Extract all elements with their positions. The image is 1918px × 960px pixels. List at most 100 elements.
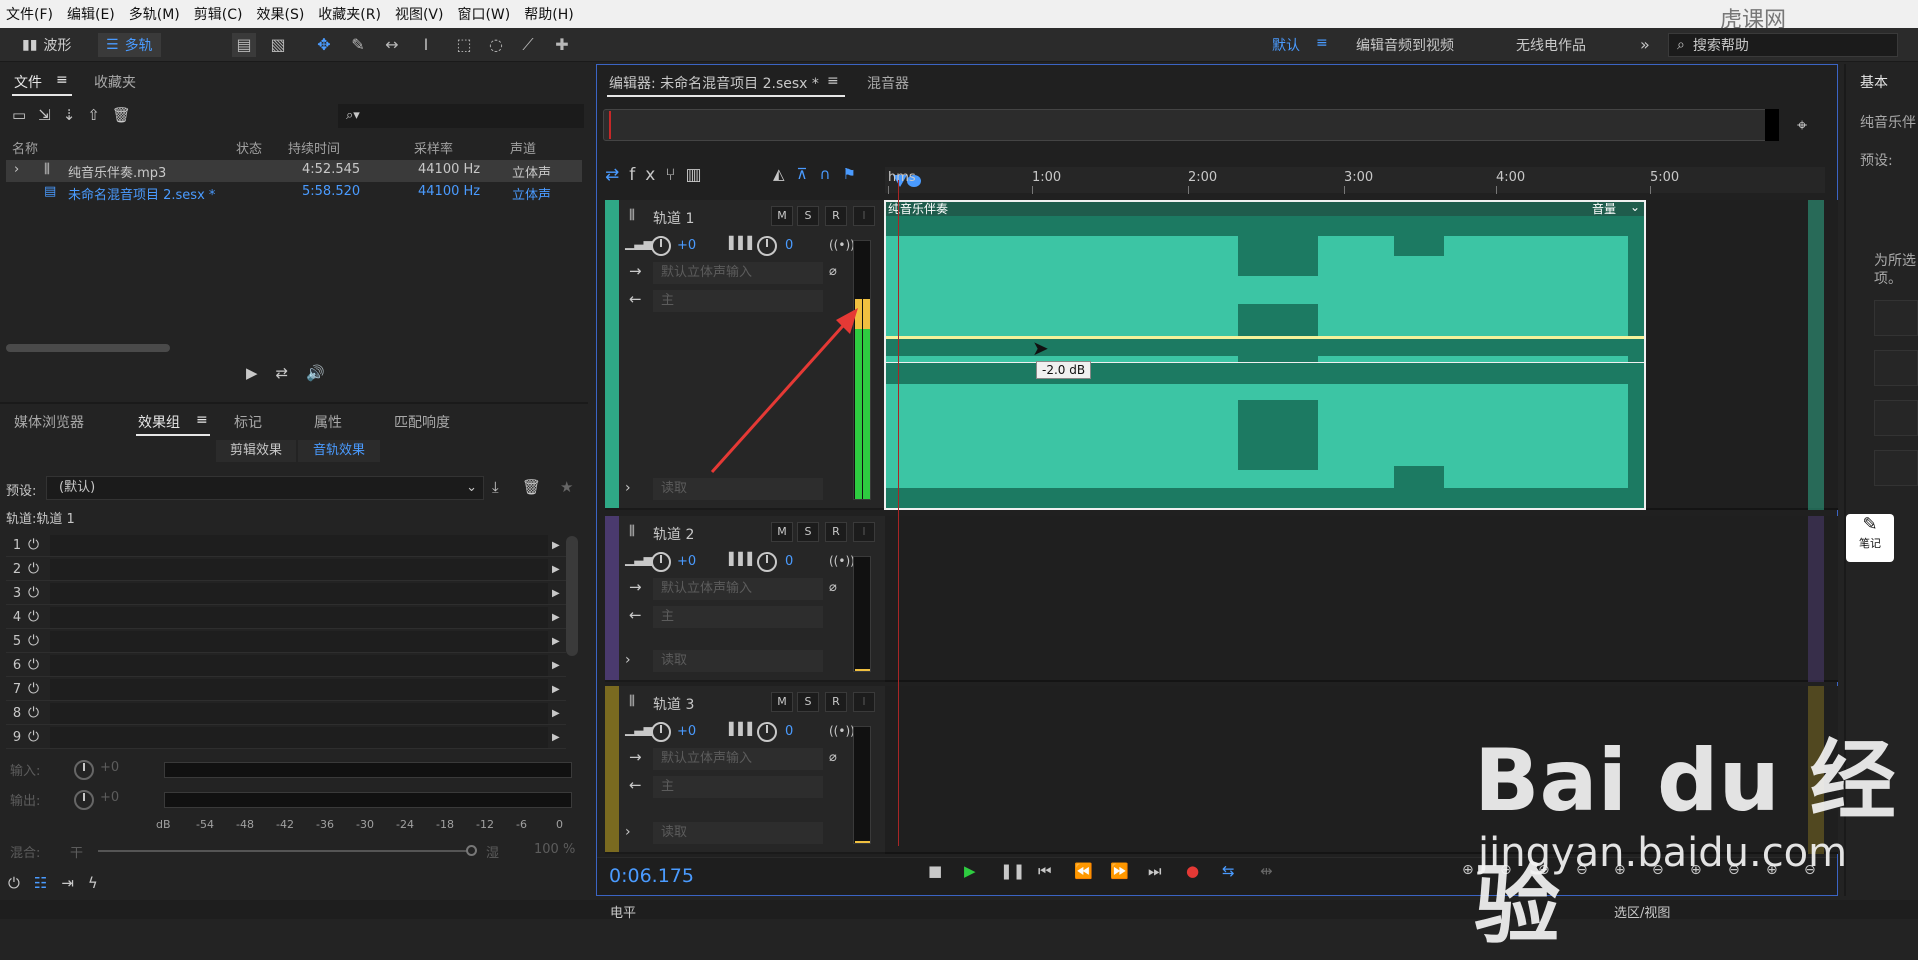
chevron-down-icon[interactable]: ⌄ — [1630, 200, 1640, 214]
tab-level[interactable]: 电平 — [610, 902, 636, 921]
power-icon[interactable]: ⏻ — [28, 657, 50, 673]
menu-window[interactable]: 窗口(W) — [457, 4, 510, 24]
effect-slot[interactable]: 6 ⏻ ▶ — [6, 654, 566, 677]
lightning-icon[interactable]: ϟ — [88, 874, 112, 892]
pan-value[interactable]: 0 — [785, 238, 793, 253]
play-icon[interactable]: ▶ — [552, 612, 566, 623]
tab-essential[interactable]: 基本 — [1860, 72, 1888, 92]
effect-slot-field[interactable] — [50, 726, 548, 748]
track-output-select[interactable]: 主 — [653, 606, 823, 628]
record-arm-button[interactable]: R — [825, 206, 847, 226]
power-icon[interactable]: ⏻ — [28, 585, 50, 601]
track-input-select[interactable]: 默认立体声输入 — [653, 578, 823, 600]
power-icon[interactable]: ⏻ — [28, 681, 50, 697]
expand-icon[interactable]: › — [14, 162, 19, 177]
snap-icon[interactable]: ⊼ — [797, 165, 820, 183]
volume-knob[interactable] — [651, 552, 671, 572]
volume-value[interactable]: +0 — [677, 238, 696, 253]
workspace-menu-icon[interactable]: ≡ — [1316, 35, 1328, 51]
col-samplerate[interactable]: 采样率 — [414, 138, 453, 157]
effect-slot[interactable]: 1 ⏻ ▶ — [6, 534, 566, 557]
editor-tab-menu-icon[interactable]: ≡ — [827, 73, 839, 89]
menu-view[interactable]: 视图(V) — [395, 4, 444, 24]
search-help-input[interactable]: ⌕ 搜索帮助 — [1668, 33, 1898, 57]
track-scroll-indicator[interactable] — [1808, 516, 1824, 682]
play-icon[interactable]: ▶ — [552, 660, 566, 671]
menu-multitrack[interactable]: 多轨(M) — [129, 4, 180, 24]
track-name[interactable]: 轨道 2 — [653, 524, 694, 544]
sound-type-box[interactable] — [1874, 300, 1918, 336]
effect-slot-field[interactable] — [50, 702, 548, 724]
output-level-knob[interactable] — [74, 790, 94, 810]
workspace-more-icon[interactable]: » — [1640, 35, 1650, 54]
col-channels[interactable]: 声道 — [510, 138, 536, 157]
star-icon[interactable]: ★ — [560, 478, 573, 496]
tab-files[interactable]: 文件 — [14, 72, 42, 92]
phase-invert-icon[interactable]: ⌀ — [829, 580, 837, 595]
input-monitor-button[interactable]: I — [853, 206, 875, 226]
trash-icon[interactable]: 🗑 — [112, 106, 143, 124]
effect-slot[interactable]: 5 ⏻ ▶ — [6, 630, 566, 653]
stop-icon[interactable]: ■ — [928, 862, 942, 880]
expand-icon[interactable]: › — [625, 480, 631, 496]
mixer-tab[interactable]: 混音器 — [867, 73, 909, 93]
apply-icon[interactable]: ⇥ — [61, 874, 88, 892]
effect-slot[interactable]: 7 ⏻ ▶ — [6, 678, 566, 701]
healing-icon[interactable]: ✚ — [550, 33, 574, 57]
power-icon[interactable]: ⏻ — [28, 537, 50, 553]
overview-bar[interactable] — [603, 109, 1773, 141]
play-icon[interactable]: ▶ — [552, 588, 566, 599]
skip-selection-icon[interactable]: ⇹ — [1260, 862, 1273, 880]
magnet-icon[interactable]: ∩ — [820, 165, 843, 183]
track-lane[interactable] — [885, 516, 1838, 682]
volume-value[interactable]: +0 — [677, 554, 696, 569]
power-icon[interactable]: ⏻ — [28, 561, 50, 577]
clip-titlebar[interactable] — [886, 202, 1644, 216]
automation-mode-select[interactable]: 读取 — [653, 822, 823, 844]
track-name[interactable]: 轨道 1 — [653, 208, 694, 228]
effect-slot[interactable]: 9 ⏻ ▶ — [6, 726, 566, 749]
notes-button[interactable]: ✎ 笔记 — [1846, 514, 1894, 562]
menu-help[interactable]: 帮助(H) — [524, 4, 573, 24]
menu-file[interactable]: 文件(F) — [6, 4, 53, 24]
zoom-in-amplitude-icon[interactable]: ⊕ — [1462, 862, 1474, 878]
clip-effects-tab[interactable]: 剪辑效果 — [216, 440, 296, 462]
automation-mode-select[interactable]: 读取 — [653, 478, 823, 500]
pan-knob[interactable] — [757, 552, 777, 572]
skip-forward-icon[interactable]: ⏭ — [1148, 862, 1162, 880]
track-name[interactable]: 轨道 3 — [653, 694, 694, 714]
marker-icon[interactable]: ⚑ — [843, 165, 868, 183]
delete-preset-icon[interactable]: 🗑 — [522, 478, 541, 496]
rewind-icon[interactable]: ⏪ — [1074, 862, 1093, 880]
loop-icon[interactable]: ⇄ — [276, 364, 307, 382]
horizontal-scrollbar[interactable] — [6, 344, 170, 352]
marquee-icon[interactable]: ⬚ — [452, 33, 476, 57]
menu-edit[interactable]: 编辑(E) — [67, 4, 115, 24]
mute-button[interactable]: M — [771, 692, 793, 712]
effect-slot[interactable]: 4 ⏻ ▶ — [6, 606, 566, 629]
power-icon[interactable]: ⏻ — [28, 729, 50, 745]
play-icon[interactable]: ▶ — [964, 862, 976, 880]
input-level-knob[interactable] — [74, 760, 94, 780]
effect-slot-field[interactable] — [50, 654, 548, 676]
sound-type-box[interactable] — [1874, 350, 1918, 386]
multitrack-view-button[interactable]: ☰ 多轨 — [98, 33, 161, 57]
play-icon[interactable]: ▶ — [552, 708, 566, 719]
play-icon[interactable]: ▶ — [552, 732, 566, 743]
table-row[interactable]: › ⫼ 纯音乐伴奏.mp3 4:52.545 44100 Hz 立体声 — [6, 160, 582, 182]
tab-files-menu-icon[interactable]: ≡ — [56, 72, 68, 88]
play-icon[interactable]: ▶ — [552, 636, 566, 647]
pause-icon[interactable]: ❚❚ — [1000, 862, 1025, 880]
move-tool-icon[interactable]: ✥ — [312, 33, 336, 57]
tab-favorites[interactable]: 收藏夹 — [94, 72, 136, 92]
solo-button[interactable]: S — [797, 206, 819, 226]
pan-value[interactable]: 0 — [785, 554, 793, 569]
pan-knob[interactable] — [757, 722, 777, 742]
menu-effects[interactable]: 效果(S) — [256, 4, 304, 24]
track-output-select[interactable]: 主 — [653, 776, 823, 798]
phase-invert-icon[interactable]: ⌀ — [829, 264, 837, 279]
col-name[interactable]: 名称 — [12, 138, 38, 157]
expand-icon[interactable]: › — [625, 652, 631, 668]
insert-icon[interactable]: ⇣ — [63, 106, 88, 124]
menu-clip[interactable]: 剪辑(C) — [194, 4, 243, 24]
